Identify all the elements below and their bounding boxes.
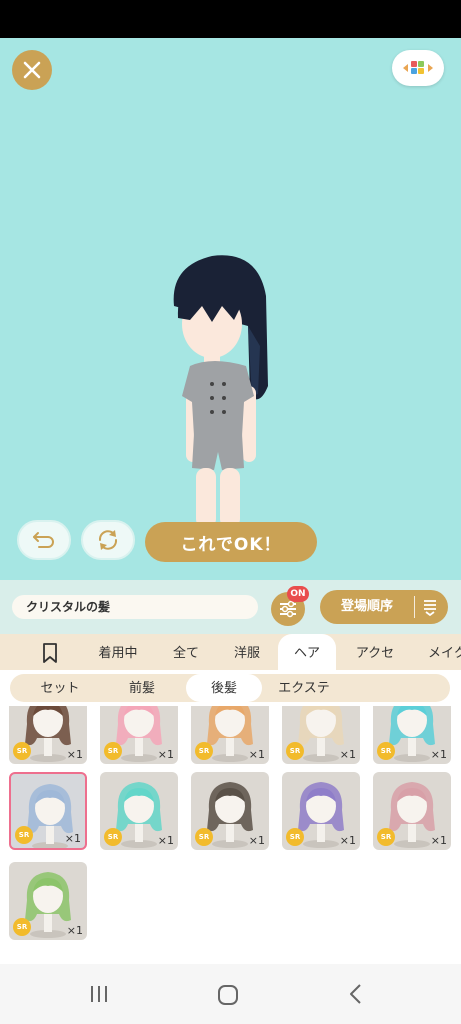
close-button[interactable] [12,50,52,90]
hair-item-card[interactable]: SR ×1 [282,706,360,764]
tab-clothes[interactable]: 洋服 [222,634,272,670]
refresh-button[interactable] [81,520,135,560]
hair-item-card[interactable]: SR ×1 [100,772,178,850]
item-quantity: ×1 [339,834,356,847]
rarity-badge: SR [15,826,33,844]
item-quantity: ×1 [66,748,83,761]
selected-item-name: クリスタルの髪 [12,595,258,619]
hair-item-card[interactable]: SR ×1 [282,772,360,850]
close-icon [23,61,41,79]
sort-list-icon [424,600,436,617]
rarity-badge: SR [286,828,304,846]
hair-item-card[interactable]: SR ×1 [9,706,87,764]
item-quantity: ×1 [157,834,174,847]
hair-item-card[interactable]: SR ×1 [191,706,269,764]
subtab-set[interactable]: セット [24,674,96,702]
rarity-badge: SR [377,828,395,846]
subtab-back-hair[interactable]: 後髪 [186,674,262,702]
tab-wearing[interactable]: 着用中 [88,634,148,670]
hair-item-card[interactable]: SR ×1 [9,862,87,940]
hair-item-card[interactable]: SR ×1 [373,706,451,764]
item-quantity: ×1 [64,832,81,845]
rarity-badge: SR [195,828,213,846]
tab-makeup[interactable]: メイク [418,634,461,670]
hair-item-card[interactable]: SR ×1 [100,706,178,764]
item-grid: SR ×1 SR ×1 SR ×1 SR ×1 SR ×1 SR ×1 SR ×1 SR ×1 SR ×1 SR ×1… [0,706,461,964]
sort-order-label: 登場順序 [340,599,393,614]
category-tabs: 着用中 全て 洋服 ヘア アクセ メイク [0,634,461,670]
bookmark-icon [43,643,57,663]
undo-icon [33,532,54,548]
status-bar [0,0,461,38]
system-nav-bar [0,964,461,1024]
palette-icon [403,61,433,74]
hair-item-card[interactable]: SR ×1 [373,772,451,850]
avatar-figure [173,255,268,536]
rarity-badge: SR [104,828,122,846]
subtab-front-hair[interactable]: 前髪 [106,674,178,702]
item-toolbar: クリスタルの髪 ON 登場順序 [0,580,461,634]
rarity-badge: SR [13,918,31,936]
item-quantity: ×1 [339,748,356,761]
tab-bookmark[interactable] [30,634,70,670]
back-icon[interactable] [348,983,364,1005]
sort-divider [414,596,415,618]
confirm-ok-button[interactable]: これでOK！ [145,522,317,562]
item-quantity: ×1 [66,924,83,937]
item-quantity: ×1 [248,834,265,847]
item-quantity: ×1 [430,834,447,847]
tab-hair[interactable]: ヘア [278,634,336,670]
sort-order-button[interactable]: 登場順序 [320,590,448,624]
filter-on-badge: ON [287,586,309,602]
recent-apps-icon[interactable] [88,984,110,1004]
item-quantity: ×1 [430,748,447,761]
subtab-extensions[interactable]: エクステ [268,674,340,702]
palette-button[interactable] [392,50,444,86]
home-icon[interactable] [217,984,239,1006]
tab-all[interactable]: 全て [162,634,210,670]
hair-item-card[interactable]: SR ×1 [9,772,87,850]
item-quantity: ×1 [248,748,265,761]
hair-item-card[interactable]: SR ×1 [191,772,269,850]
tab-accessories[interactable]: アクセ [346,634,404,670]
dressup-stage: これでOK！ [0,38,461,580]
item-quantity: ×1 [157,748,174,761]
rarity-badge: SR [286,742,304,760]
rarity-badge: SR [13,742,31,760]
filter-sliders-icon [280,600,296,618]
rarity-badge: SR [195,742,213,760]
rarity-badge: SR [377,742,395,760]
hair-subtabs: セット 前髪 後髪 エクステ [0,670,461,706]
rarity-badge: SR [104,742,122,760]
undo-button[interactable] [17,520,71,560]
refresh-icon [98,530,118,550]
